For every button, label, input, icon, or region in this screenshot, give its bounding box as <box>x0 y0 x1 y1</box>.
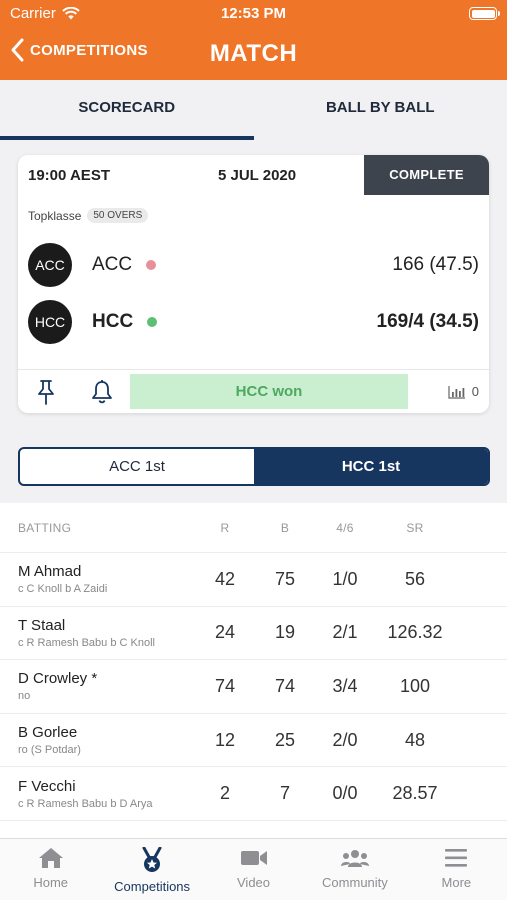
player-name: M Ahmad <box>18 563 82 581</box>
bar-chart-icon <box>448 385 465 399</box>
fours-sixes: 2/0 <box>332 729 358 750</box>
tab-scorecard[interactable]: SCORECARD <box>0 80 254 140</box>
player-name: F Vecchi <box>18 777 76 795</box>
stats-count: 0 <box>471 384 479 399</box>
tabbar-competitions[interactable]: Competitions <box>101 839 202 900</box>
header: Carrier 12:53 PM COMPETITIONS MATCH <box>0 0 507 80</box>
header-balls: B <box>280 520 290 535</box>
team-score: 166 (47.5) <box>392 254 479 275</box>
dismissal: no <box>18 690 31 703</box>
table-row[interactable]: B Gorlee ro (S Potdar) 12 25 2/0 48 <box>0 714 507 768</box>
balls: 19 <box>274 622 296 643</box>
team-logo: HCC <box>28 300 72 344</box>
team-row: HCC HCC 169/4 (34.5) <box>28 300 479 344</box>
match-card[interactable]: 19:00 AEST 5 JUL 2020 COMPLETE Topklasse… <box>18 155 489 413</box>
innings-selector: ACC 1st HCC 1st <box>18 447 490 486</box>
notification-button[interactable] <box>74 370 130 413</box>
people-icon <box>340 850 369 867</box>
card-footer: HCC won 0 <box>18 369 489 413</box>
medal-icon <box>142 847 162 872</box>
balls: 7 <box>279 783 290 804</box>
tabbar-community[interactable]: Community <box>304 839 405 900</box>
runs: 74 <box>214 675 236 696</box>
innings-tab-acc[interactable]: ACC 1st <box>20 449 254 484</box>
match-result: HCC won <box>130 374 408 409</box>
match-tabs: SCORECARD BALL BY BALL <box>0 80 507 140</box>
strike-rate: 28.57 <box>392 783 438 804</box>
runs: 2 <box>219 783 230 804</box>
fours-sixes: 3/4 <box>332 675 358 696</box>
status-bar: Carrier 12:53 PM <box>0 0 507 28</box>
table-header: BATTING R B 4/6 SR <box>0 503 507 553</box>
tabbar-more[interactable]: More <box>406 839 507 900</box>
header-fours-sixes: 4/6 <box>336 520 354 535</box>
bell-icon <box>92 379 112 403</box>
team-logo: ACC <box>28 243 72 287</box>
active-tab-indicator <box>0 136 254 140</box>
page-title: MATCH <box>209 40 298 67</box>
header-strike-rate: SR <box>406 520 424 535</box>
runs: 42 <box>214 568 236 589</box>
team-status-dot <box>146 260 157 270</box>
tabbar-home[interactable]: Home <box>0 839 101 900</box>
battery-icon <box>469 7 500 20</box>
match-time: 19:00 AEST <box>28 167 110 184</box>
strike-rate: 100 <box>399 675 431 696</box>
tabbar-label: Video <box>237 875 271 890</box>
strike-rate: 56 <box>404 568 426 589</box>
dismissal: ro (S Potdar) <box>18 744 81 757</box>
overs-badge: 50 OVERS <box>87 208 149 223</box>
player-name: D Crowley * <box>18 670 98 688</box>
league-info: Topklasse 50 OVERS <box>28 208 149 223</box>
player-name: B Gorlee <box>18 724 78 742</box>
fours-sixes: 2/1 <box>332 622 358 643</box>
table-row[interactable]: M Ahmad c C Knoll b A Zaidi 42 75 1/0 56 <box>0 553 507 607</box>
strike-rate: 126.32 <box>387 622 443 643</box>
tab-ball-by-ball[interactable]: BALL BY BALL <box>254 80 507 140</box>
match-date: 5 JUL 2020 <box>218 167 297 184</box>
tabbar-video[interactable]: Video <box>203 839 304 900</box>
team-row: ACC ACC 166 (47.5) <box>28 243 479 287</box>
tabbar-label: More <box>441 875 472 890</box>
balls: 25 <box>274 729 296 750</box>
menu-icon <box>445 849 468 867</box>
status-badge: COMPLETE <box>364 155 489 195</box>
runs: 12 <box>214 729 236 750</box>
clock: 12:53 PM <box>220 5 287 22</box>
league-name: Topklasse <box>28 208 82 223</box>
dismissal: c R Ramesh Babu b C Knoll <box>18 636 155 649</box>
fours-sixes: 1/0 <box>332 568 358 589</box>
player-name: T Staal <box>18 616 66 634</box>
header-batting: BATTING <box>18 520 72 535</box>
video-camera-icon <box>240 851 267 865</box>
team-status-dot <box>147 317 158 327</box>
batting-table: BATTING R B 4/6 SR M Ahmad c C Knoll b A … <box>0 503 507 838</box>
tabbar-label: Community <box>322 875 388 890</box>
fours-sixes: 0/0 <box>332 783 358 804</box>
home-icon <box>38 848 63 868</box>
tabbar-label: Competitions <box>114 879 191 894</box>
team-score: 169/4 (34.5) <box>376 311 479 332</box>
runs: 24 <box>214 622 236 643</box>
stats-button[interactable]: 0 <box>448 370 479 413</box>
tabbar-label: Home <box>33 875 69 890</box>
table-row[interactable]: T Staal c R Ramesh Babu b C Knoll 24 19 2… <box>0 607 507 661</box>
table-row[interactable]: D Crowley * no 74 74 3/4 100 <box>0 660 507 714</box>
innings-tab-hcc[interactable]: HCC 1st <box>254 449 488 484</box>
pin-icon <box>38 379 54 405</box>
strike-rate: 48 <box>404 729 426 750</box>
team-name: HCC <box>92 311 134 332</box>
nav-bar: COMPETITIONS MATCH <box>0 28 507 80</box>
team-name: ACC <box>92 254 133 275</box>
table-row[interactable]: F Vecchi c R Ramesh Babu b D Arya 2 7 0/0… <box>0 767 507 821</box>
dismissal: c R Ramesh Babu b D Arya <box>18 797 153 810</box>
header-runs: R <box>220 520 230 535</box>
balls: 74 <box>274 675 296 696</box>
dismissal: c C Knoll b A Zaidi <box>18 583 108 596</box>
bottom-tab-bar: Home Competitions Video Community More <box>0 838 507 900</box>
balls: 75 <box>274 568 296 589</box>
pin-button[interactable] <box>18 370 74 413</box>
